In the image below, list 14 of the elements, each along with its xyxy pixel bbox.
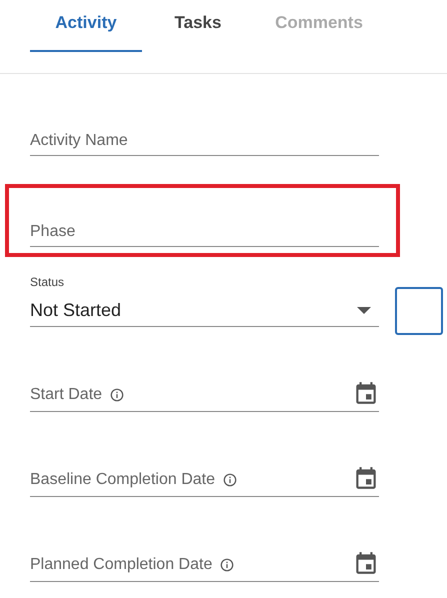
status-dropdown[interactable]: Not Started xyxy=(30,297,357,324)
field-label: Status xyxy=(30,274,66,291)
square-outline xyxy=(395,287,443,335)
info-icon[interactable] xyxy=(223,472,237,486)
text-field[interactable]: Activity Name xyxy=(30,128,379,152)
date-field[interactable]: Planned Completion Date xyxy=(30,552,212,576)
text-field[interactable]: Phase xyxy=(30,220,379,244)
tab[interactable]: Activity xyxy=(30,0,142,52)
info-icon[interactable] xyxy=(110,388,124,402)
tab[interactable]: Tasks xyxy=(142,0,254,52)
info-icon[interactable] xyxy=(220,558,234,572)
date-field[interactable]: Start Date xyxy=(30,382,102,406)
date-field[interactable]: Baseline Completion Date xyxy=(30,468,215,492)
caret-icon[interactable] xyxy=(357,307,371,314)
